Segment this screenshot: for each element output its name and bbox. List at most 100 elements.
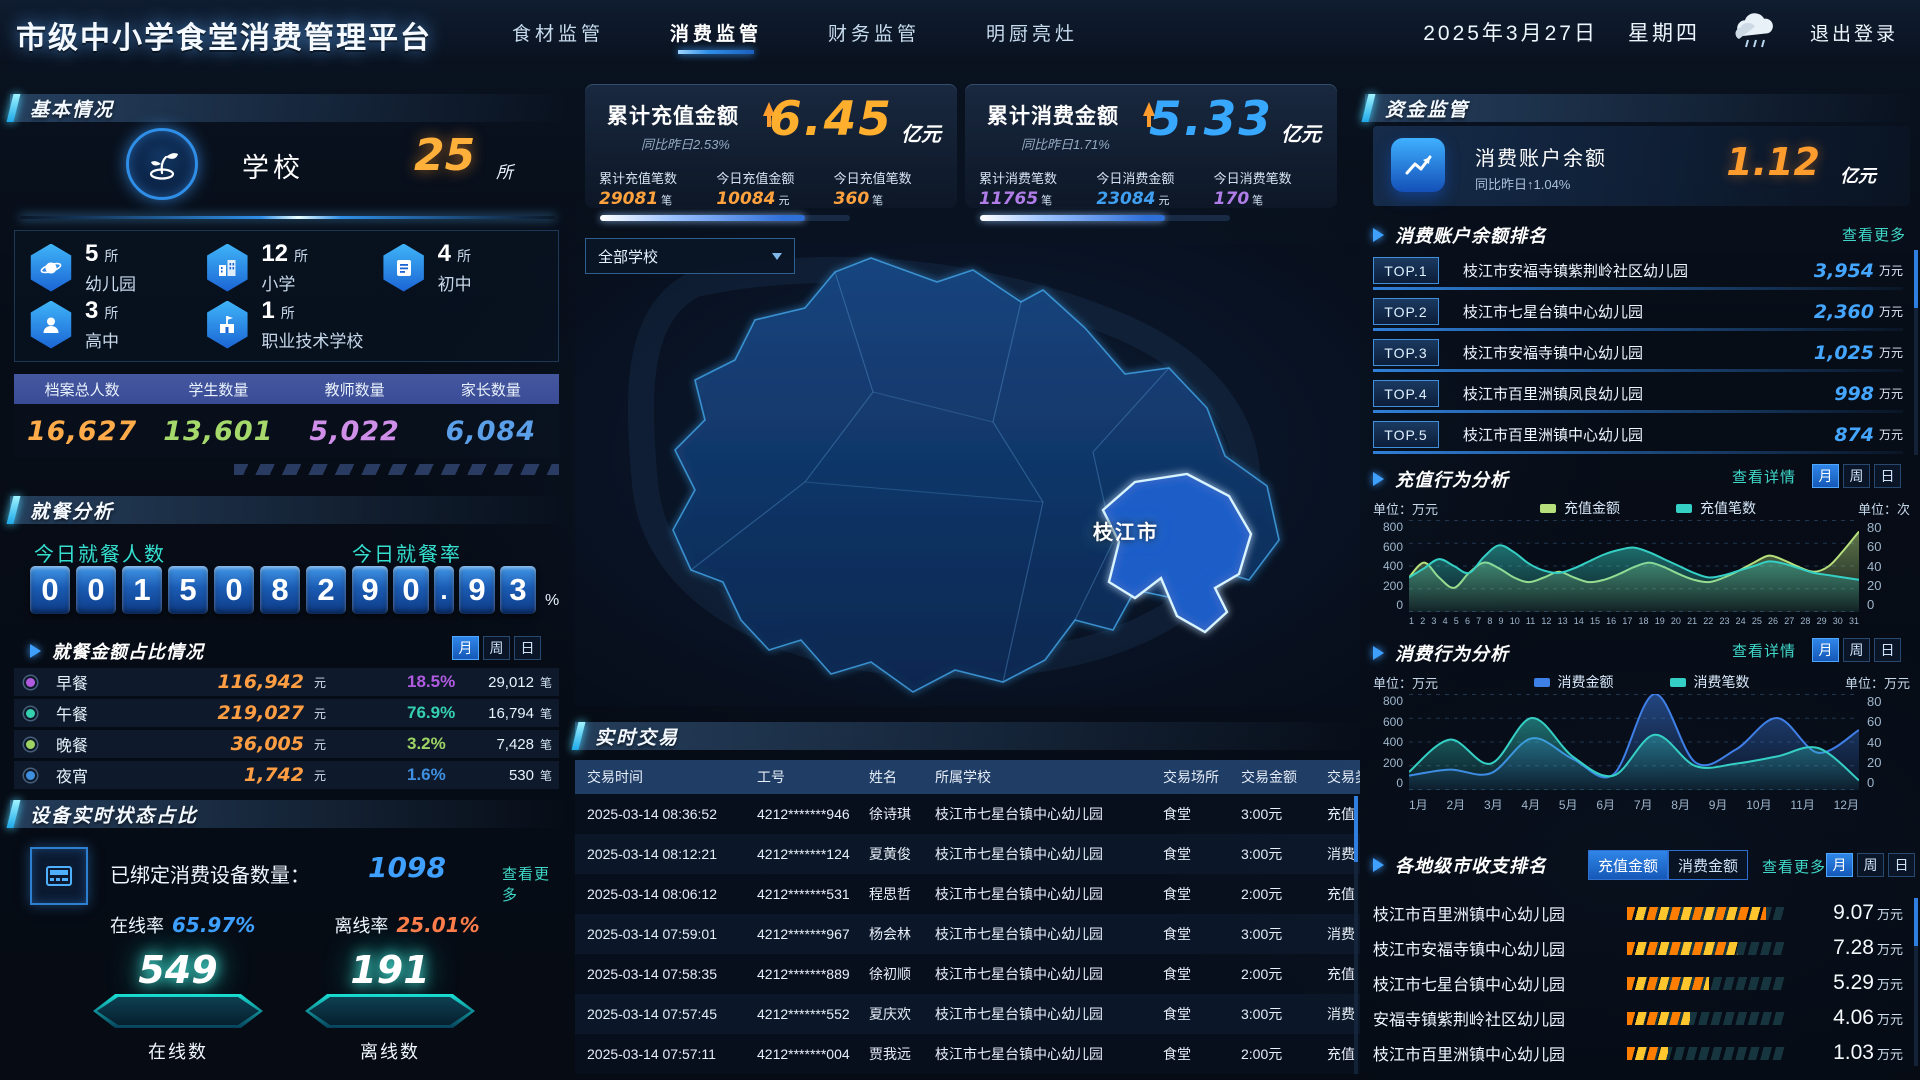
tab-week[interactable]: 周: [1857, 853, 1884, 877]
list-item: TOP.2 枝江市七星台镇中心幼儿园 2,360 万元: [1373, 291, 1903, 332]
list-item: 枝江市安福寺镇中心幼儿园 7.28万元: [1373, 933, 1903, 963]
device-rates: 在线率65.97% 离线率25.01%: [110, 912, 560, 938]
digit: 1: [122, 566, 162, 614]
scrollbar-thumb[interactable]: [1354, 796, 1358, 862]
stat-value: 5,022: [287, 416, 423, 447]
planet-icon: [29, 244, 73, 292]
rank-value: 3,954: [1814, 260, 1874, 282]
legend-amount: 充值金额: [1540, 498, 1620, 518]
logout-button[interactable]: 退出登录: [1810, 19, 1898, 46]
rank-badge: TOP.1: [1373, 257, 1439, 284]
rank-value: 1.03万元: [1833, 1041, 1903, 1065]
toggle-consume-amount[interactable]: 消费金额: [1668, 850, 1748, 880]
tab-week[interactable]: 周: [483, 636, 510, 660]
type-junior: 4所 初中: [382, 239, 558, 296]
nav-food-supervision[interactable]: 食材监管: [512, 0, 604, 64]
recharge-legend: 单位：万元 充值金额 充值笔数 单位：次: [1373, 498, 1910, 518]
offline-count: 191: [300, 948, 480, 992]
list-item: TOP.3 枝江市安福寺镇中心幼儿园 1,025 万元: [1373, 332, 1903, 373]
legend-count: 消费笔数: [1670, 672, 1750, 692]
col-type: 交易类型: [1315, 767, 1360, 787]
sub-label: 今日消费笔数: [1214, 168, 1331, 187]
current-weekday: 星期四: [1628, 17, 1700, 47]
nav-bright-kitchen[interactable]: 明厨亮灶: [986, 0, 1078, 64]
school-filter-dropdown[interactable]: 全部学校: [585, 238, 795, 274]
digit: 5: [168, 566, 208, 614]
section-basic-info: 基本情况: [10, 94, 563, 122]
recharge-chart-title: 充值行为分析: [1395, 466, 1509, 492]
sub-label: 今日充值金额: [716, 168, 833, 187]
tab-month[interactable]: 月: [1812, 464, 1839, 488]
recharge-total-card: 累计充值金额 同比昨日2.53% 6.45 亿元 累计充值笔数29081笔 今日…: [585, 84, 957, 208]
hexagon-pedestal-icon: [93, 994, 263, 1028]
axis-unit-right: 单位：次: [1858, 499, 1910, 518]
digit: 9: [352, 566, 388, 614]
sprout-icon: [126, 128, 198, 200]
tab-week[interactable]: 周: [1843, 464, 1870, 488]
toggle-recharge-amount[interactable]: 充值金额: [1588, 850, 1668, 880]
section-accent-bar: [7, 94, 21, 122]
list-scrollbar[interactable]: [1914, 898, 1918, 1066]
digit: 9: [459, 566, 495, 614]
type-label: 幼儿园: [85, 270, 136, 295]
list-scrollbar[interactable]: [1914, 250, 1918, 455]
nav-finance-supervision[interactable]: 财务监管: [828, 0, 920, 64]
rank-name: 枝江市安福寺镇中心幼儿园: [1463, 342, 1814, 363]
dashboard: 市级中小学食堂消费管理平台 食材监管 消费监管 财务监管 明厨亮灶 2025年3…: [0, 0, 1920, 1080]
sub-label: 今日消费金额: [1096, 168, 1213, 187]
building-icon: [205, 244, 249, 292]
city-rank-more-link[interactable]: 查看更多: [1762, 856, 1826, 877]
scrollbar-thumb[interactable]: [1914, 898, 1918, 946]
rank-name: 枝江市百里洲镇中心幼儿园: [1463, 424, 1834, 445]
digit: 2: [306, 566, 346, 614]
tab-day[interactable]: 日: [1874, 464, 1901, 488]
sub-label: 今日充值笔数: [834, 168, 951, 187]
meal-amount-unit: 元: [314, 736, 326, 753]
digit: 0: [76, 566, 116, 614]
table-scrollbar[interactable]: [1354, 796, 1358, 1074]
meal-ratio-subheader: 就餐金额占比情况: [30, 638, 204, 664]
meal-count: 16,794: [434, 705, 534, 722]
tab-day[interactable]: 日: [1874, 638, 1901, 662]
balance-rank-more-link[interactable]: 查看更多: [1842, 224, 1906, 245]
section-accent-bar: [7, 496, 21, 524]
tab-month[interactable]: 月: [1826, 853, 1853, 877]
list-item: 枝江市百里洲镇中心幼儿园 9.07万元: [1373, 898, 1903, 928]
recharge-period-tabs: 月 周 日: [1812, 464, 1901, 488]
list-item: TOP.4 枝江市百里洲镇凤良幼儿园 998 万元: [1373, 373, 1903, 414]
consume-total-card: 累计消费金额 同比昨日1.71% 5.33 亿元 累计消费笔数11765笔 今日…: [965, 84, 1337, 208]
tab-month[interactable]: 月: [452, 636, 479, 660]
card-progress-bar: [600, 215, 850, 221]
account-balance-card: 消费账户余额 同比昨日↑1.04% 1.12 亿元: [1373, 126, 1910, 206]
rank-name: 枝江市百里洲镇中心幼儿园: [1373, 901, 1623, 925]
consume-period-tabs: 月 周 日: [1812, 638, 1901, 662]
type-kindergarten: 5所 幼儿园: [29, 239, 205, 296]
legend-dot-icon: [26, 678, 35, 687]
glow-divider: [20, 216, 555, 219]
legend-swatch-icon: [1534, 678, 1550, 687]
rank-value: 1,025: [1814, 342, 1874, 364]
scrollbar-thumb[interactable]: [1914, 250, 1918, 308]
tab-day[interactable]: 日: [1888, 853, 1915, 877]
recharge-detail-link[interactable]: 查看详情: [1732, 466, 1796, 487]
rank-value: 2,360: [1814, 301, 1874, 323]
meal-amount: 116,942: [154, 671, 304, 693]
card-sub-stats: 累计消费笔数11765笔 今日消费金额23084元 今日消费笔数170笔: [979, 168, 1331, 209]
school-total-card: 学校 25 所: [10, 124, 563, 214]
tab-day[interactable]: 日: [514, 636, 541, 660]
nav-consume-supervision[interactable]: 消费监管: [670, 0, 762, 64]
diners-today-counter: 0 0 1 5 0 8 2 人: [30, 566, 372, 614]
rank-badge: TOP.4: [1373, 380, 1439, 407]
legend-swatch-icon: [1540, 504, 1556, 513]
city-map[interactable]: 枝江市: [575, 244, 1360, 706]
tab-week[interactable]: 周: [1843, 638, 1870, 662]
tab-month[interactable]: 月: [1812, 638, 1839, 662]
offline-rate-label: 离线率: [334, 916, 388, 936]
card-unit: 亿元: [901, 118, 941, 147]
consume-detail-link[interactable]: 查看详情: [1732, 640, 1796, 661]
col-id: 工号: [745, 767, 857, 787]
device-more-link[interactable]: 查看更多: [502, 863, 564, 905]
area-chart-plot: [1409, 520, 1859, 612]
digit: 0: [30, 566, 70, 614]
person-icon: [29, 301, 73, 349]
